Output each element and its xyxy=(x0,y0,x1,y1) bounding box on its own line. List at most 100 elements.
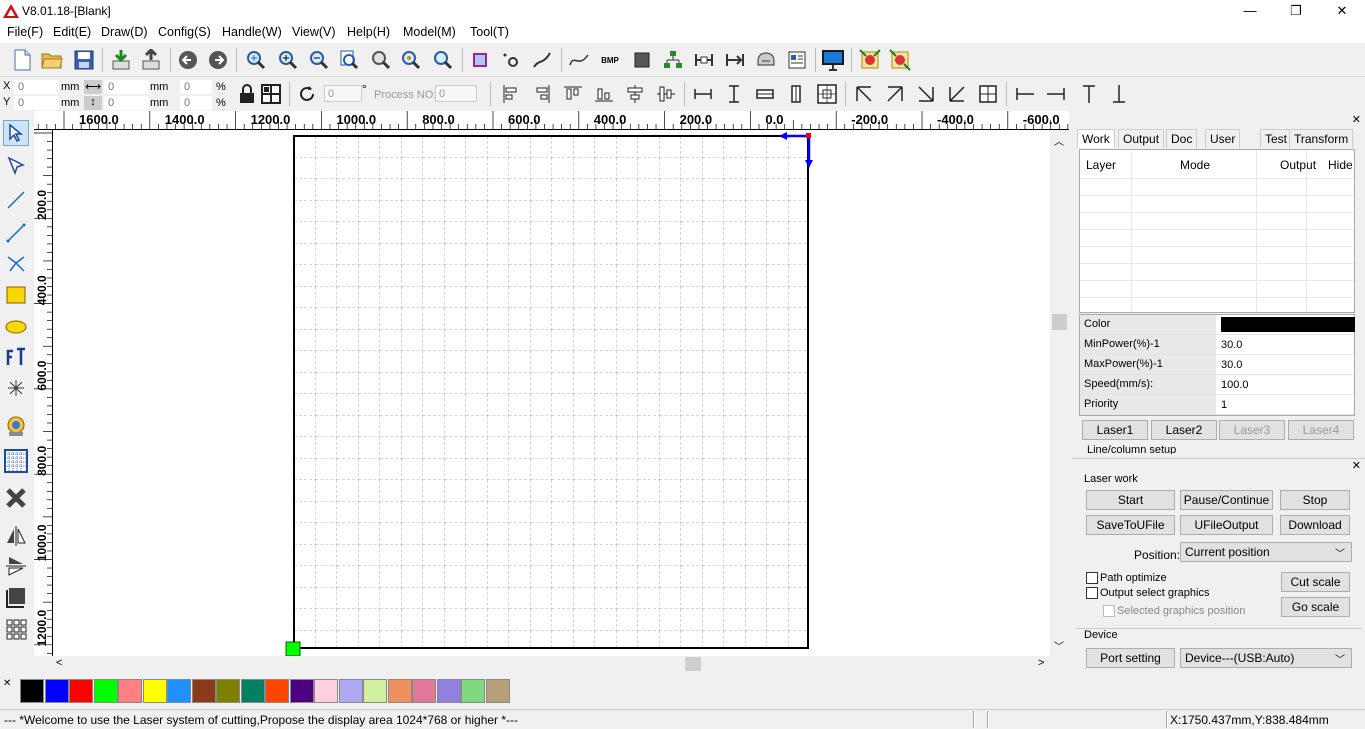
tab-output[interactable]: Output xyxy=(1118,129,1165,148)
rectangle-tool-icon[interactable] xyxy=(3,282,29,308)
save-to-ufile-button[interactable]: SaveToUFile xyxy=(1086,515,1175,535)
prop-row[interactable]: Priority 1 xyxy=(1080,395,1354,415)
simulation-icon[interactable] xyxy=(857,47,883,73)
pause-continue-button[interactable]: Pause/Continue xyxy=(1180,490,1273,510)
tab-user[interactable]: User xyxy=(1205,129,1241,148)
layer-color-swatch[interactable] xyxy=(1221,317,1355,332)
port-setting-button[interactable]: Port setting xyxy=(1086,648,1175,668)
menu-edit[interactable]: Edit(E) xyxy=(53,25,91,39)
rotate-angle-input[interactable]: 0 xyxy=(324,85,362,102)
align-to-page-icon[interactable] xyxy=(3,584,29,610)
laser1-button[interactable]: Laser1 xyxy=(1082,420,1148,440)
path-optimize-checkbox[interactable] xyxy=(1086,572,1098,584)
undo-icon[interactable] xyxy=(175,47,201,73)
color-swatch[interactable] xyxy=(69,679,93,703)
ufile-output-button[interactable]: UFileOutput xyxy=(1180,515,1273,535)
scroll-down-icon[interactable]: ﹀ xyxy=(1054,638,1064,653)
polyline-tool-icon[interactable] xyxy=(3,220,29,246)
vertical-scroll-thumb[interactable] xyxy=(1052,314,1067,330)
align-hcenter-icon[interactable] xyxy=(622,81,648,107)
export-icon[interactable] xyxy=(138,47,164,73)
prop-row[interactable]: Speed(mm/s): 100.0 xyxy=(1080,375,1354,395)
simulation-run-icon[interactable] xyxy=(887,47,913,73)
laser2-button[interactable]: Laser2 xyxy=(1151,420,1217,440)
cut-scale-button[interactable]: Cut scale xyxy=(1281,572,1350,592)
menu-file[interactable]: File(F) xyxy=(7,25,43,39)
move-bottom-right-icon[interactable] xyxy=(913,81,939,107)
laser3-button[interactable]: Laser3 xyxy=(1219,420,1285,440)
prop-row[interactable]: MinPower(%)-1 30.0 xyxy=(1080,335,1354,355)
menu-help[interactable]: Help(H) xyxy=(347,25,390,39)
height-input[interactable]: 0 xyxy=(104,96,149,110)
group-tree-icon[interactable] xyxy=(660,47,686,73)
process-no-input[interactable]: 0 xyxy=(435,85,477,102)
menu-draw[interactable]: Draw(D) xyxy=(101,25,148,39)
lock-icon[interactable] xyxy=(234,81,260,107)
prop-value[interactable]: 100.0 xyxy=(1218,375,1354,394)
color-swatch[interactable] xyxy=(216,679,240,703)
rectangle-fill-icon[interactable] xyxy=(629,47,655,73)
color-swatch[interactable] xyxy=(363,679,387,703)
distribute-right-icon[interactable] xyxy=(1043,81,1069,107)
align-top-icon[interactable] xyxy=(560,81,586,107)
zoom-data-icon[interactable] xyxy=(430,47,456,73)
camera-tool-icon[interactable] xyxy=(3,413,29,439)
palette-close-icon[interactable]: ✕ xyxy=(3,678,11,689)
move-center-icon[interactable] xyxy=(975,81,1001,107)
color-swatch[interactable] xyxy=(314,679,338,703)
zoom-page-icon[interactable] xyxy=(336,47,362,73)
select-frame-icon[interactable] xyxy=(467,47,493,73)
save-icon[interactable] xyxy=(71,47,97,73)
color-swatch[interactable] xyxy=(142,679,167,703)
extend-line-icon[interactable] xyxy=(722,47,748,73)
smooth-curve-icon[interactable] xyxy=(529,47,555,73)
array-copy-icon[interactable] xyxy=(3,616,29,642)
menu-tool[interactable]: Tool(T) xyxy=(470,25,509,39)
curve-tool-icon[interactable] xyxy=(3,250,29,276)
node-select-icon[interactable] xyxy=(3,152,29,178)
select-arrow-icon[interactable] xyxy=(3,120,29,146)
point-tool-icon[interactable] xyxy=(3,375,29,401)
ellipse-tool-icon[interactable] xyxy=(3,314,29,340)
selected-position-checkbox[interactable] xyxy=(1103,605,1115,617)
distribute-left-icon[interactable] xyxy=(1012,81,1038,107)
width-percent-input[interactable]: 0 xyxy=(180,80,212,94)
color-swatch[interactable] xyxy=(436,679,461,703)
height-percent-input[interactable]: 0 xyxy=(180,96,212,110)
new-file-icon[interactable] xyxy=(9,47,35,73)
output-select-checkbox[interactable] xyxy=(1086,587,1098,599)
vertical-scrollbar[interactable]: ︿ ﹀ xyxy=(1050,130,1069,656)
color-swatch[interactable] xyxy=(44,679,69,703)
same-size-v-icon[interactable] xyxy=(783,81,809,107)
position-select[interactable]: Current position ﹀ xyxy=(1180,542,1352,562)
mirror-vertical-icon[interactable] xyxy=(3,553,29,579)
move-bottom-left-icon[interactable] xyxy=(944,81,970,107)
align-bottom-icon[interactable] xyxy=(591,81,617,107)
laser-panel-close-icon[interactable]: ✕ xyxy=(1352,459,1361,472)
rotate-icon[interactable] xyxy=(294,81,320,107)
origin-marker[interactable] xyxy=(285,641,301,656)
align-right-icon[interactable] xyxy=(529,81,555,107)
drawing-canvas[interactable] xyxy=(53,130,1050,656)
scroll-left-icon[interactable]: < xyxy=(56,657,62,669)
line-tool-icon[interactable] xyxy=(3,187,29,213)
move-top-right-icon[interactable] xyxy=(882,81,908,107)
node-edit-icon[interactable] xyxy=(498,47,524,73)
scroll-right-icon[interactable]: > xyxy=(1038,657,1044,669)
mirror-horizontal-icon[interactable] xyxy=(3,523,29,549)
x-position-input[interactable]: 0 xyxy=(14,80,59,94)
go-scale-button[interactable]: Go scale xyxy=(1281,597,1350,617)
open-folder-icon[interactable] xyxy=(39,47,65,73)
zoom-out-icon[interactable] xyxy=(306,47,332,73)
move-top-left-icon[interactable] xyxy=(851,81,877,107)
menu-config[interactable]: Config(S) xyxy=(158,25,211,39)
scroll-up-icon[interactable]: ︿ xyxy=(1054,133,1064,148)
horizontal-scroll-thumb[interactable] xyxy=(685,657,701,671)
color-swatch[interactable] xyxy=(118,679,142,703)
color-swatch[interactable] xyxy=(338,679,363,703)
color-swatch[interactable] xyxy=(387,679,412,703)
minimize-button[interactable]: — xyxy=(1227,0,1273,23)
import-icon[interactable] xyxy=(108,47,134,73)
bitmap-icon[interactable]: BMP xyxy=(597,47,623,73)
color-swatch[interactable] xyxy=(191,679,216,703)
